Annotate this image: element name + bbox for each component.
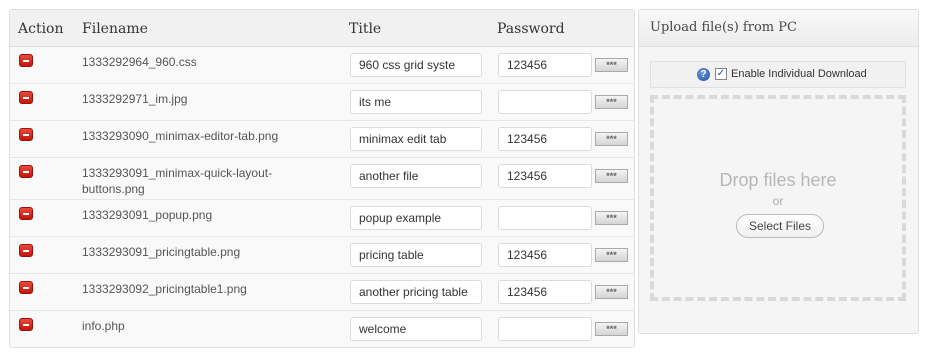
delete-icon[interactable] (19, 318, 33, 331)
delete-icon[interactable] (19, 91, 33, 104)
filename-line: buttons.png (82, 182, 145, 196)
help-icon[interactable]: ? (697, 68, 710, 81)
generate-password-button[interactable]: *** (595, 58, 628, 72)
upload-panel-title: Upload file(s) from PC (650, 20, 797, 35)
generate-password-button[interactable]: *** (595, 248, 628, 262)
title-input[interactable]: 960 css grid syste (350, 53, 482, 77)
table-header: Action Filename Title Password (10, 10, 634, 47)
password-input[interactable]: 123456 (498, 280, 592, 304)
upload-panel: Upload file(s) from PC ? ✓ Enable Indivi… (638, 9, 919, 334)
password-input[interactable] (498, 90, 592, 114)
title-input[interactable]: its me (350, 90, 482, 114)
password-input[interactable] (498, 206, 592, 230)
table-row: 1333293092_pricingtable1.png another pri… (10, 274, 634, 311)
filename: 1333293090_minimax-editor-tab.png (82, 129, 279, 143)
upload-panel-header: Upload file(s) from PC (639, 10, 918, 47)
table-row: 1333293090_minimax-editor-tab.png minima… (10, 121, 634, 158)
title-input[interactable]: minimax edit tab (350, 127, 482, 151)
header-title: Title (349, 21, 382, 37)
generate-password-button[interactable]: *** (595, 132, 628, 146)
filename: 1333293091_pricingtable.png (82, 245, 241, 259)
filename: 1333293091_popup.png (82, 208, 213, 222)
title-input[interactable]: pricing table (350, 243, 482, 267)
table-row: 1333293091_minimax-quick-layout- buttons… (10, 158, 634, 200)
filename-line: 1333293091_minimax-quick-layout- (82, 166, 273, 180)
header-action: Action (18, 21, 64, 37)
or-text: or (772, 194, 784, 208)
title-input[interactable]: welcome (350, 317, 482, 341)
file-drop-zone[interactable]: Drop files here or Select Files (650, 95, 906, 301)
generate-password-button[interactable]: *** (595, 169, 628, 183)
delete-icon[interactable] (19, 281, 33, 294)
password-input[interactable]: 123456 (498, 127, 592, 151)
drop-files-text: Drop files here (719, 170, 837, 190)
generate-password-button[interactable]: *** (595, 322, 628, 336)
header-filename: Filename (82, 21, 148, 37)
delete-icon[interactable] (19, 128, 33, 141)
filename: info.php (82, 319, 125, 333)
table-row: 1333293091_pricingtable.png pricing tabl… (10, 237, 634, 274)
generate-password-button[interactable]: *** (595, 211, 628, 225)
table-row: 1333292964_960.css 960 css grid syste 12… (10, 47, 634, 84)
title-input[interactable]: another pricing table (350, 280, 482, 304)
generate-password-button[interactable]: *** (595, 95, 628, 109)
title-input[interactable]: popup example (350, 206, 482, 230)
table-row: 1333292971_im.jpg its me *** (10, 84, 634, 121)
files-table: Action Filename Title Password 133329296… (9, 9, 635, 348)
delete-icon[interactable] (19, 244, 33, 257)
filename: 1333293092_pricingtable1.png (82, 282, 247, 296)
password-input[interactable] (498, 317, 592, 341)
delete-icon[interactable] (19, 54, 33, 67)
password-input[interactable]: 123456 (498, 53, 592, 77)
enable-individual-download-checkbox[interactable]: ✓ (715, 68, 727, 80)
table-row: info.php welcome *** (10, 311, 634, 347)
filename: 1333292964_960.css (82, 55, 197, 69)
delete-icon[interactable] (19, 165, 33, 178)
select-files-button[interactable]: Select Files (736, 214, 824, 238)
password-input[interactable]: 123456 (498, 164, 592, 188)
individual-download-option: ? ✓ Enable Individual Download (650, 61, 906, 88)
generate-password-button[interactable]: *** (595, 285, 628, 299)
enable-individual-download-label: Enable Individual Download (731, 68, 867, 80)
delete-icon[interactable] (19, 207, 33, 220)
filename: 1333292971_im.jpg (82, 92, 188, 106)
title-input[interactable]: another file (350, 164, 482, 188)
header-password: Password (497, 21, 565, 37)
table-row: 1333293091_popup.png popup example *** (10, 200, 634, 237)
password-input[interactable]: 123456 (498, 243, 592, 267)
filename: 1333293091_minimax-quick-layout- buttons… (82, 165, 302, 197)
